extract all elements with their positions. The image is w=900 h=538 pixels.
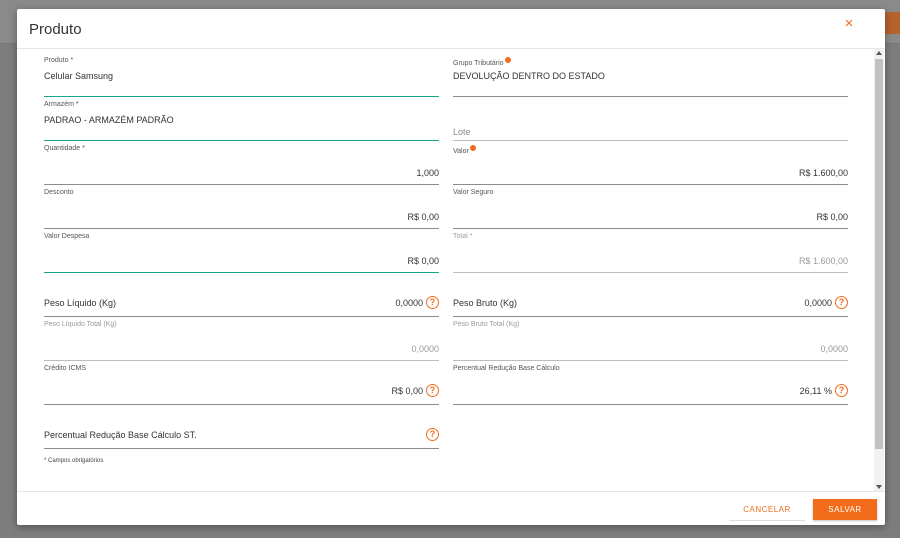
peso-liquido-label: Peso Líquido (Kg) [44,298,117,308]
cancel-button[interactable]: CANCELAR [729,500,805,521]
modal-footer: CANCELAR SALVAR [17,491,885,525]
produto-value: Celular Samsung [44,71,114,81]
help-circle-icon[interactable]: ? [426,384,439,397]
help-circle-icon[interactable]: ? [426,428,439,441]
info-dot-icon [469,145,476,151]
peso-liquido-field[interactable]: Peso Líquido (Kg) 0,0000 ? [44,277,439,317]
close-icon[interactable]: × [841,15,857,33]
valor-despesa-field[interactable]: Valor Despesa R$ 0,00 [44,233,439,273]
desconto-field[interactable]: Desconto R$ 0,00 [44,189,439,229]
peso-bruto-total-label: Peso Bruto Total (Kg) [453,321,520,328]
vertical-scrollbar[interactable] [874,49,884,491]
peso-bruto-total-field: Peso Bruto Total (Kg) 0,0000 [453,321,848,361]
quantidade-value: 1,000 [416,168,439,178]
required-fields-note: * Campos obrigatórios [44,458,104,464]
peso-liquido-value: 0,0000 [395,298,423,308]
produto-label: Produto * [44,57,74,64]
help-circle-icon[interactable]: ? [835,296,848,309]
peso-bruto-total-value: 0,0000 [820,344,848,354]
percentual-reducao-bc-field[interactable]: Percentual Redução Base Cálculo 26,11 % … [453,365,848,405]
peso-liquido-total-value: 0,0000 [411,344,439,354]
credito-icms-value: R$ 0,00 [391,386,423,396]
total-field: Total * R$ 1.600,00 [453,233,848,273]
lote-input[interactable]: Lote [453,101,848,141]
valor-despesa-label: Valor Despesa [44,233,90,240]
armazem-field[interactable]: Armazém * PADRAO - ARMAZÉM PADRÃO [44,101,439,141]
valor-value: R$ 1.600,00 [798,168,848,178]
grupo-tributario-value: DEVOLUÇÃO DENTRO DO ESTADO [453,71,605,81]
armazem-label: Armazém * [44,101,79,108]
percentual-reducao-bc-st-label: Percentual Redução Base Cálculo ST. [44,430,197,440]
help-circle-icon[interactable]: ? [835,384,848,397]
peso-liquido-total-label: Peso Líquido Total (Kg) [44,321,117,328]
grupo-tributario-label: Grupo Tributário [453,57,511,67]
scroll-up-arrow-icon[interactable] [876,51,882,55]
background-action-button [884,12,900,34]
quantidade-label: Quantidade * [44,145,85,152]
scroll-down-arrow-icon[interactable] [876,485,882,489]
peso-bruto-field[interactable]: Peso Bruto (Kg) 0,0000 ? [453,277,848,317]
valor-despesa-value: R$ 0,00 [407,256,439,266]
peso-liquido-total-field: Peso Líquido Total (Kg) 0,0000 [44,321,439,361]
scrollbar-thumb[interactable] [875,59,883,449]
help-circle-icon[interactable]: ? [426,296,439,309]
grupo-tributario-field[interactable]: Grupo Tributário DEVOLUÇÃO DENTRO DO EST… [453,57,848,97]
modal-header: Produto × [17,9,885,49]
armazem-value: PADRAO - ARMAZÉM PADRÃO [44,115,174,125]
percentual-reducao-bc-label: Percentual Redução Base Cálculo [453,365,560,372]
produto-field[interactable]: Produto * Celular Samsung [44,57,439,97]
valor-label: Valor [453,145,476,155]
info-dot-icon [504,57,511,63]
modal-title: Produto [29,21,82,38]
desconto-value: R$ 0,00 [407,212,439,222]
total-value: R$ 1.600,00 [798,256,848,266]
valor-seguro-label: Valor Seguro [453,189,494,196]
quantidade-field[interactable]: Quantidade * 1,000 [44,145,439,185]
lote-placeholder: Lote [453,127,471,137]
valor-seguro-value: R$ 0,00 [816,212,848,222]
credito-icms-label: Crédito ICMS [44,365,87,372]
total-label: Total * [453,233,473,240]
form-scroll-area: Produto * Celular Samsung Grupo Tributár… [17,49,885,491]
peso-bruto-value: 0,0000 [804,298,832,308]
percentual-reducao-bc-value: 26,11 % [799,386,832,396]
percentual-reducao-bc-st-field[interactable]: Percentual Redução Base Cálculo ST. ? [44,409,439,449]
credito-icms-field[interactable]: Crédito ICMS R$ 0,00 ? [44,365,439,405]
product-modal: Produto × Produto * Celular Samsung Grup… [17,9,885,525]
valor-field[interactable]: Valor R$ 1.600,00 [453,145,848,185]
valor-seguro-field[interactable]: Valor Seguro R$ 0,00 [453,189,848,229]
peso-bruto-label: Peso Bruto (Kg) [453,298,518,308]
save-button[interactable]: SALVAR [813,499,877,520]
desconto-label: Desconto [44,189,74,196]
